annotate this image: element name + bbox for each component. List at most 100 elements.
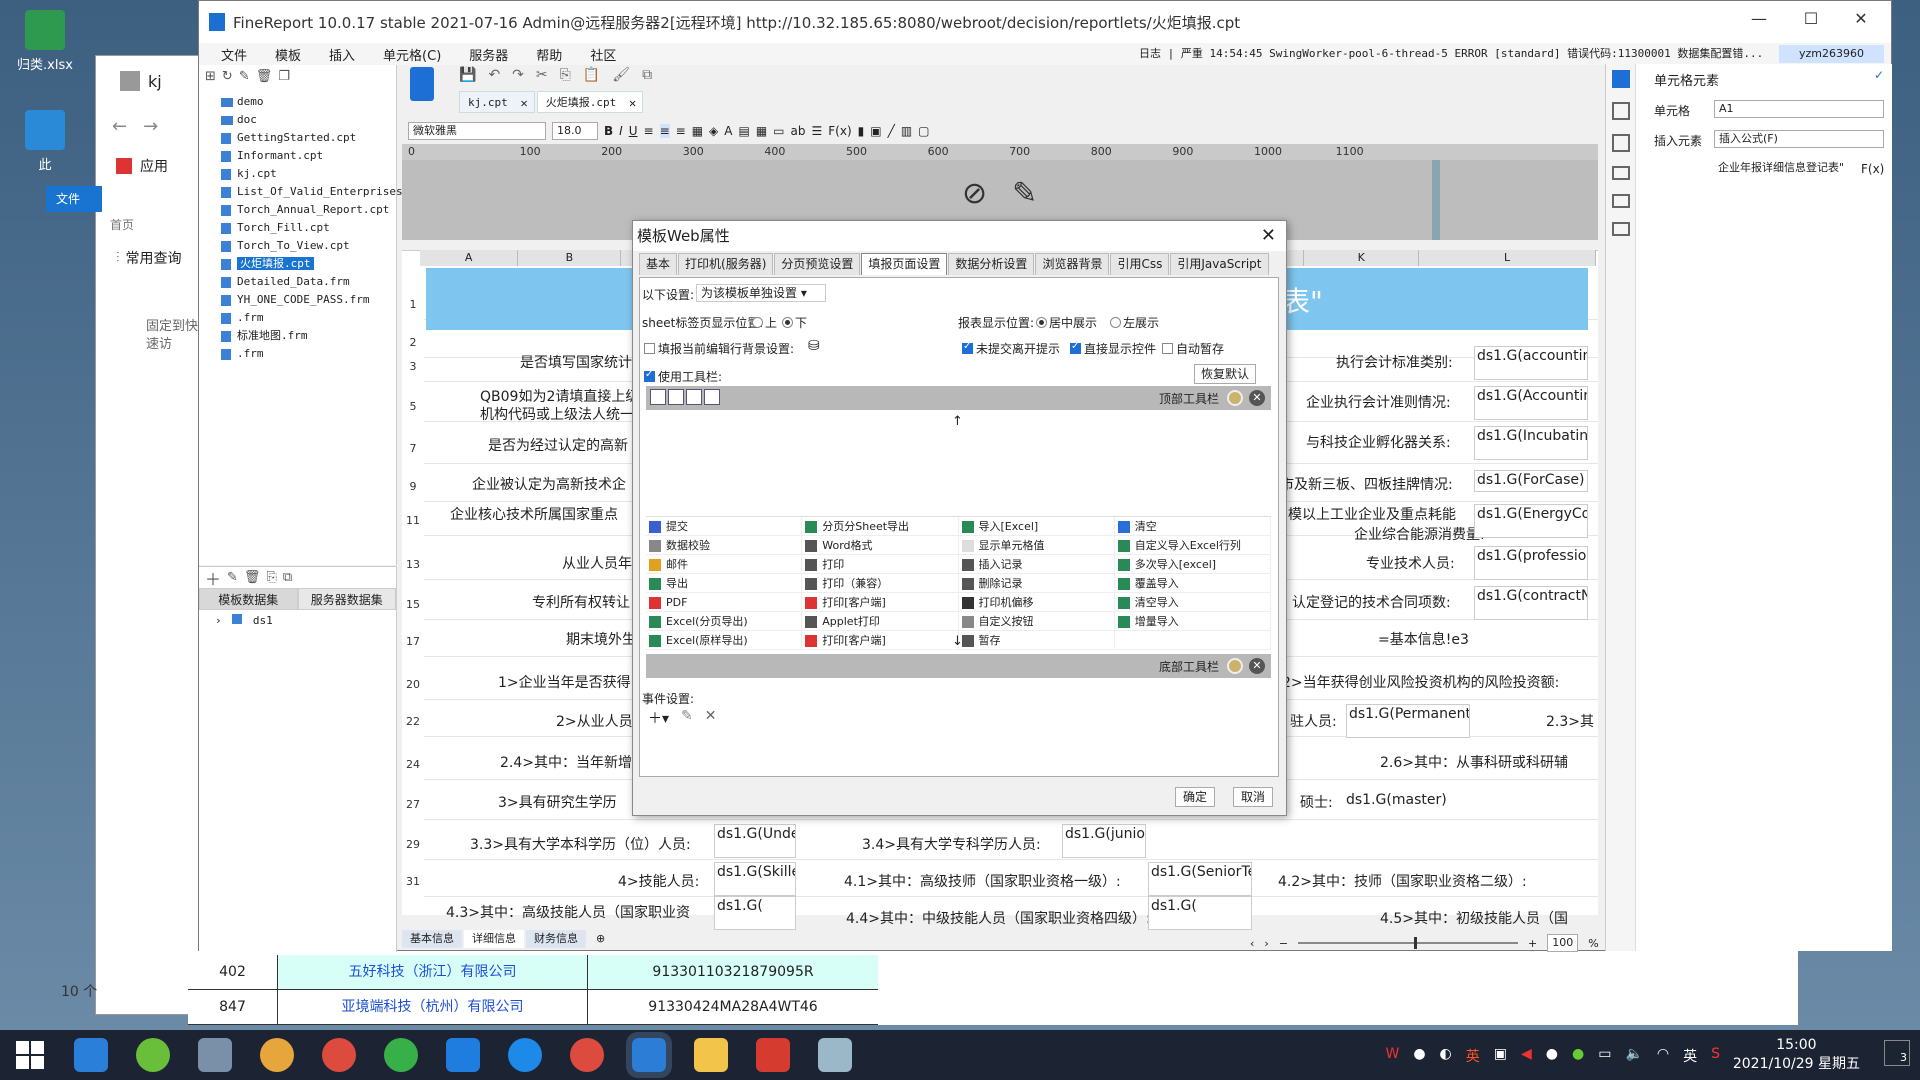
cancel-button[interactable]: 取消 [1233,787,1273,807]
dataset-ds1[interactable]: › ds1 [199,610,396,627]
menu-0[interactable]: 文件 [207,45,261,64]
dataset-cell[interactable]: ds1.G(AccountingIs) [1474,386,1588,420]
finereport-task-icon[interactable] [446,1038,480,1072]
dataset-cell[interactable]: ds1.G(EnergyConsum [1474,504,1588,538]
report-cell[interactable]: 1>企业当年是否获得 [498,672,631,692]
clock[interactable]: 15:00 2021/10/29 星期五 [1733,1036,1860,1074]
new-folder-icon[interactable]: ⊞ [205,69,216,84]
zoom-input[interactable]: 100 [1547,934,1579,952]
notification-icon[interactable]: 3 [1884,1040,1910,1066]
delete-dataset-icon[interactable]: 🗑 [244,570,261,585]
grid-icon[interactable]: ▦ [756,124,767,138]
toolbar-button-option[interactable]: 数据校验 [646,536,803,555]
report-cell[interactable]: 是否为经过认定的高新 [488,435,628,455]
save-icon[interactable]: 💾 [459,67,476,83]
font-select[interactable]: 微软雅黑 [408,122,546,140]
row-header[interactable]: 5 [402,400,424,413]
dialog-tab[interactable]: 打印机(服务器) [678,253,774,275]
toolbar-button-option[interactable]: 分页分Sheet导出 [802,517,959,536]
tree-file[interactable]: List_Of_Valid_Enterprises [199,183,403,201]
tray-app-icon[interactable]: ● [1572,1046,1584,1066]
top-toolbar-settings-icon[interactable] [1227,390,1243,406]
tree-folder[interactable]: demo [199,93,396,111]
preview-icon[interactable]: ⧉ [642,67,652,83]
edit-event-icon[interactable]: ✎ [681,708,693,728]
paint-bucket-icon[interactable]: ⛁ [808,338,820,354]
feishu-icon[interactable] [508,1038,542,1072]
toolbar-blank-icon[interactable] [704,389,720,405]
sheet-pos-top-radio[interactable]: 上 [752,314,777,331]
report-cell[interactable]: 3>具有研究生学历 [498,792,617,812]
report-cell[interactable]: 企业被认定为高新技术企 [472,474,626,494]
bold-icon[interactable]: B [604,124,613,138]
tab-server-dataset[interactable]: 服务器数据集 [297,588,396,610]
row-header[interactable]: 17 [402,635,424,648]
notepad-icon[interactable] [818,1038,852,1072]
wifi-icon[interactable]: ◠ [1657,1046,1669,1066]
toolbar-button-option[interactable]: 清空 [1114,517,1271,536]
toolbar-button-option[interactable]: 清空导入 [1114,593,1271,612]
row-header[interactable]: 11 [402,514,424,527]
move-up-icon[interactable]: ↑ [952,414,963,429]
toolbar-button-option[interactable]: Word格式 [802,536,959,555]
column-l[interactable]: L [1419,250,1596,266]
battery-icon[interactable]: ▭ [1598,1046,1611,1066]
sheet-pos-bottom-radio[interactable]: 下 [782,314,807,331]
dataset-cell[interactable]: ds1.G(PermanentStaff) [1346,704,1470,738]
report-cell[interactable]: 4.4>其中：中级技能人员（国家职业资格四级）: [846,908,1151,928]
report-cell[interactable]: 4.3>其中：高级技能人员（国家职业资 [446,902,690,922]
toolbar-button-option[interactable]: 导出 [646,574,803,593]
design-mode-icon[interactable] [410,67,434,101]
forward-icon[interactable]: → [143,116,158,137]
textbox-icon[interactable]: ▭ [773,124,784,138]
toolbar-button-option[interactable]: 多次导入[excel] [1114,555,1271,574]
dataset-cell[interactable]: ds1.G(ForCase) [1474,470,1588,492]
dialog-tab[interactable]: 填报页面设置 [861,253,948,275]
report-cell[interactable]: 企业综合能源消费量: [1354,524,1485,544]
minimize-button[interactable]: — [1739,9,1779,28]
row-header[interactable]: 2 [402,336,424,349]
formula-value[interactable]: 企业年报详细信息登记表" [1714,160,1852,178]
image-icon[interactable]: ▣ [870,124,881,138]
report-cell[interactable]: 4>技能人员: [618,871,699,891]
format-brush-icon[interactable]: 🖌 [612,67,630,83]
delete-icon[interactable]: 🗑 [256,69,273,84]
size-select[interactable]: 18.0 [552,122,598,140]
zoom-thumb[interactable] [1414,937,1418,949]
close-tab-icon[interactable]: ✕ [521,92,528,114]
chrome-icon[interactable] [322,1038,356,1072]
tree-file[interactable]: Informant.cpt [199,147,396,165]
zoom-slider[interactable] [1298,937,1519,949]
toolbar-button-option[interactable]: 删除记录 [958,574,1115,593]
wps-tray-icon[interactable]: W [1385,1046,1399,1066]
row-header[interactable]: 3 [402,360,424,373]
report-cell[interactable]: ds1.G(master) [1346,792,1447,808]
row-header[interactable]: 20 [402,678,424,691]
subreport-icon[interactable]: ▥ [901,124,912,138]
toolbar-submit-icon[interactable] [650,389,666,405]
file-tab[interactable]: kj.cpt ✕ [459,91,535,113]
explorer-file-tab[interactable]: 文件 [46,186,102,212]
cell-input[interactable]: A1 [1714,100,1884,118]
menu-3[interactable]: 单元格(C) [369,45,455,64]
report-cell[interactable]: 企业执行会计准则情况: [1306,392,1451,412]
windows-start-icon[interactable] [16,1041,44,1069]
sheet-tab[interactable]: 基本信息 [402,930,462,948]
row-header[interactable]: 15 [402,598,424,611]
file-tab[interactable]: 火炬填报.cpt ✕ [536,91,644,113]
dialog-tab[interactable]: 引用JavaScript [1170,253,1269,275]
report-cell[interactable]: 是否填写国家统计 [520,352,632,372]
cut-icon[interactable]: ✂ [536,67,548,83]
tree-file[interactable]: Torch_Fill.cpt [199,219,396,237]
zoom-in-icon[interactable]: + [1528,937,1537,950]
remote-desktop-icon[interactable] [198,1038,232,1072]
report-cell[interactable]: 2.3>其 [1546,711,1594,731]
tree-file[interactable]: GettingStarted.cpt [199,129,396,147]
paste-dataset-icon[interactable]: ⧉ [283,570,292,585]
paragraph-icon[interactable]: ☰ [812,124,823,138]
wps-icon[interactable] [756,1038,790,1072]
tree-file[interactable]: Detailed_Data.frm [199,273,396,291]
vscode-icon[interactable] [74,1038,108,1072]
tree-file[interactable]: .frm [199,345,396,363]
add-event-icon[interactable]: ＋▾ [648,708,669,728]
